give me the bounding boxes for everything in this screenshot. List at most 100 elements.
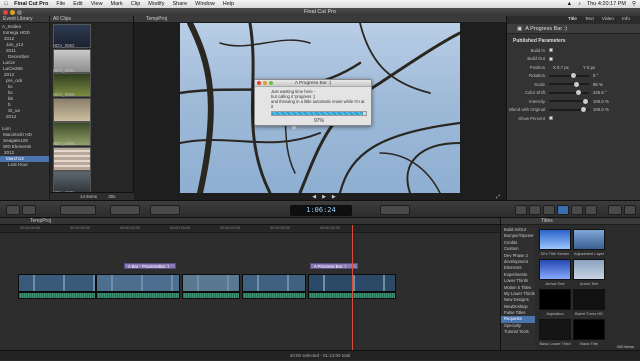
video-clip[interactable] — [96, 274, 180, 292]
menu-view[interactable]: View — [91, 1, 103, 7]
dialog-message: Just wasting time here - but calling it … — [255, 87, 371, 109]
photo-browser-button[interactable] — [529, 205, 541, 215]
param-row: Intensity 100.0 % — [507, 97, 640, 106]
app-menu[interactable]: Final Cut Pro — [14, 1, 48, 7]
title-thumbnail[interactable] — [539, 319, 571, 340]
tab-text[interactable]: Text — [585, 16, 594, 24]
param-value[interactable]: 96 % — [593, 82, 603, 87]
timeline-ruler[interactable]: 00:00:00:00 00:00:05:00 00:00:10:00 00:00:1… — [0, 225, 500, 233]
video-clip[interactable] — [182, 274, 240, 292]
slider-knob[interactable] — [574, 81, 580, 87]
dialog-titlebar: A Progress Bar :) — [255, 80, 371, 87]
param-label: Position — [529, 64, 545, 70]
event-browser: All Clips HDV_0962 HDV_0861 HDV_0965 HDV_09… — [50, 16, 134, 200]
title-icon: ▣ — [517, 26, 523, 32]
video-clip[interactable] — [18, 274, 96, 292]
clip-thumbnail[interactable] — [53, 97, 91, 122]
param-value[interactable]: 100.0 % — [593, 107, 609, 112]
param-label: Color Shift — [524, 90, 545, 96]
menu-help[interactable]: Help — [223, 1, 234, 7]
effects-browser-button[interactable] — [515, 205, 527, 215]
slider-knob[interactable] — [570, 73, 576, 79]
ruler-tick-label: 00:00:05:00 — [70, 226, 91, 230]
minimize-window-button[interactable] — [10, 9, 15, 15]
param-value-y[interactable]: Y 0 px — [583, 65, 595, 70]
titles-category-item[interactable]: Motion 5 Titles — [501, 285, 535, 291]
menu-share[interactable]: Share — [172, 1, 187, 7]
slider-knob[interactable] — [581, 107, 587, 113]
select-tool-button[interactable] — [110, 205, 140, 215]
titles-category-item[interactable]: Tutorial Tools — [501, 329, 535, 335]
library-item[interactable]: Lost Hour — [0, 162, 49, 168]
param-slider[interactable] — [549, 90, 589, 96]
title-thumbnail[interactable] — [539, 289, 571, 310]
tab-title[interactable]: Title — [568, 16, 577, 24]
rating-buttons[interactable] — [150, 205, 180, 215]
titles-browser-button[interactable] — [557, 205, 569, 215]
param-slider[interactable] — [549, 98, 589, 104]
dialog-close-button[interactable] — [257, 81, 261, 86]
param-label: Blend with Original — [509, 107, 545, 113]
menu-edit[interactable]: Edit — [73, 1, 82, 7]
dialog-zoom-button[interactable] — [269, 81, 273, 86]
clip-thumbnail[interactable] — [53, 146, 91, 171]
titles-browser: Titles Build In/Out Bumper/Opener Credits C… — [500, 218, 640, 350]
title-clip[interactable]: A Bar - ProgressBar :) — [124, 263, 176, 269]
dialog-minimize-button[interactable] — [263, 81, 267, 86]
tab-video[interactable]: Video — [602, 16, 614, 24]
param-checkbox[interactable] — [549, 116, 553, 121]
inspector-toggle-button[interactable] — [608, 205, 622, 215]
music-browser-button[interactable] — [543, 205, 555, 215]
param-value[interactable]: 0 ° — [593, 73, 598, 78]
menu-mark[interactable]: Mark — [111, 1, 123, 7]
menu-window[interactable]: Window — [195, 1, 215, 7]
inspector-title-label: A Progress Bar :) — [525, 26, 568, 32]
audio-meter-button[interactable] — [380, 205, 410, 215]
param-slider[interactable] — [549, 81, 589, 87]
clip-label: HDV_0965 — [53, 92, 75, 97]
themes-browser-button[interactable] — [585, 205, 597, 215]
menu-clock[interactable]: Thu 4:20:17 PM — [587, 1, 626, 7]
slider-knob[interactable] — [583, 98, 589, 104]
param-checkbox[interactable] — [549, 56, 553, 61]
edit-mode-buttons[interactable] — [60, 205, 96, 215]
viewer-header: TempProj — [134, 16, 506, 23]
generators-browser-button[interactable] — [571, 205, 583, 215]
title-thumbnail[interactable] — [573, 319, 605, 340]
menu-file[interactable]: File — [56, 1, 65, 7]
zoom-window-button[interactable] — [17, 9, 22, 15]
progress-bar — [271, 111, 367, 116]
title-thumbnail[interactable] — [539, 229, 571, 250]
param-value[interactable]: 100.0 % — [593, 99, 609, 104]
timecode-display[interactable]: 1:06:24 — [290, 205, 352, 216]
tab-info[interactable]: Info — [622, 16, 630, 24]
param-slider[interactable] — [549, 107, 589, 113]
volume-icon[interactable]: ♪ — [578, 1, 581, 7]
param-value[interactable]: 226.5 ° — [593, 90, 607, 95]
dialog-title: A Progress Bar :) — [294, 81, 332, 86]
import-button[interactable] — [6, 205, 20, 215]
slider-knob[interactable] — [576, 90, 581, 96]
video-clip[interactable] — [242, 274, 306, 292]
title-clip[interactable]: A Progress Bar :) — [310, 263, 358, 269]
spotlight-icon[interactable]: ⚲ — [632, 1, 636, 7]
apple-icon[interactable]:  — [4, 1, 8, 7]
title-thumbnail[interactable] — [573, 289, 605, 310]
menu-clip[interactable]: Clip — [131, 1, 140, 7]
titles-category-item[interactable]: Bumper/Opener — [501, 233, 535, 239]
share-button[interactable] — [624, 205, 636, 215]
wifi-icon[interactable]: ▲ — [567, 1, 572, 7]
param-slider[interactable] — [549, 73, 589, 79]
title-thumbnail[interactable] — [573, 229, 605, 250]
browser-zoom[interactable]: 30s — [108, 194, 115, 199]
titles-count: 340 items — [616, 344, 634, 349]
keyword-button[interactable] — [22, 205, 36, 215]
title-thumbnail[interactable] — [573, 259, 605, 280]
dialog-line-3: and throwing in a little automatic reuse… — [271, 99, 365, 109]
param-checkbox[interactable] — [549, 48, 553, 53]
playhead[interactable] — [352, 225, 353, 350]
close-window-button[interactable] — [3, 9, 8, 15]
menu-modify[interactable]: Modify — [148, 1, 164, 7]
param-value-x[interactable]: X 0.7 px — [553, 65, 581, 70]
title-thumbnail[interactable] — [539, 259, 571, 280]
